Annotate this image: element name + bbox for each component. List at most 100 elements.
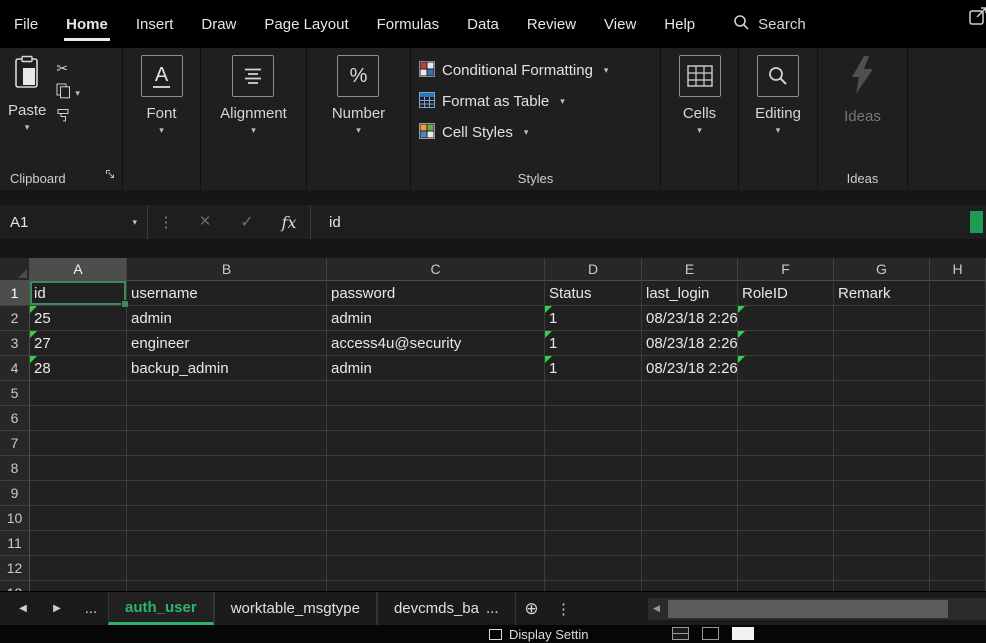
cell[interactable] xyxy=(30,431,127,456)
tab-page-layout[interactable]: Page Layout xyxy=(250,0,362,48)
cell[interactable] xyxy=(834,456,930,481)
row-header-5[interactable]: 5 xyxy=(0,381,30,406)
ideas-button[interactable]: Ideas xyxy=(844,55,881,124)
cell-styles-button[interactable]: Cell Styles ▾ xyxy=(419,117,660,148)
font-button[interactable]: A Font ▾ xyxy=(141,55,183,135)
cell-G2[interactable] xyxy=(834,306,930,331)
cell[interactable] xyxy=(834,581,930,591)
formula-bar-handle-icon[interactable]: ⋮ xyxy=(148,213,184,231)
cell[interactable] xyxy=(834,381,930,406)
row-header-12[interactable]: 12 xyxy=(0,556,30,581)
add-sheet-icon[interactable]: ⊕ xyxy=(516,592,548,625)
cell-G1[interactable]: Remark xyxy=(834,281,930,306)
cell[interactable] xyxy=(642,431,738,456)
tab-home[interactable]: Home xyxy=(52,0,122,48)
cell[interactable] xyxy=(127,456,327,481)
cell-D3[interactable]: 1 xyxy=(545,331,642,356)
cell-D2[interactable]: 1 xyxy=(545,306,642,331)
column-header-G[interactable]: G xyxy=(834,258,930,281)
cell[interactable] xyxy=(642,556,738,581)
cell[interactable] xyxy=(642,481,738,506)
cell[interactable] xyxy=(30,481,127,506)
alignment-button[interactable]: Alignment ▾ xyxy=(220,55,287,135)
cell-F2[interactable] xyxy=(738,306,834,331)
cell[interactable] xyxy=(30,406,127,431)
cell[interactable] xyxy=(545,481,642,506)
cell[interactable] xyxy=(30,456,127,481)
cell-A1[interactable]: id xyxy=(30,281,127,306)
sheet-nav-left-icon[interactable]: ◀ xyxy=(6,592,40,625)
cell[interactable] xyxy=(127,431,327,456)
format-painter-button[interactable] xyxy=(56,109,80,127)
sheet-tab-devcmds[interactable]: devcmds_ba ... xyxy=(377,592,516,625)
cell-C2[interactable]: admin xyxy=(327,306,545,331)
page-layout-view-icon[interactable] xyxy=(702,627,719,640)
cell[interactable] xyxy=(834,431,930,456)
cell[interactable] xyxy=(642,581,738,591)
row-header-10[interactable]: 10 xyxy=(0,506,30,531)
cell[interactable] xyxy=(834,506,930,531)
tab-insert[interactable]: Insert xyxy=(122,0,188,48)
cell[interactable] xyxy=(738,506,834,531)
tab-formulas[interactable]: Formulas xyxy=(363,0,454,48)
column-header-B[interactable]: B xyxy=(127,258,327,281)
cell-H2[interactable] xyxy=(930,306,986,331)
column-header-D[interactable]: D xyxy=(545,258,642,281)
accept-icon[interactable]: ✓ xyxy=(226,212,268,232)
cell-E1[interactable]: last_login xyxy=(642,281,738,306)
cell[interactable] xyxy=(930,531,986,556)
column-header-H[interactable]: H xyxy=(930,258,986,281)
paste-caret-icon[interactable]: ▾ xyxy=(25,123,30,132)
normal-view-icon[interactable] xyxy=(672,627,689,640)
clipboard-dialog-launcher-icon[interactable] xyxy=(105,167,116,185)
cell-D1[interactable]: Status xyxy=(545,281,642,306)
tab-file[interactable]: File xyxy=(0,0,52,48)
cell-G4[interactable] xyxy=(834,356,930,381)
cell-H4[interactable] xyxy=(930,356,986,381)
tab-review[interactable]: Review xyxy=(513,0,590,48)
cell[interactable] xyxy=(545,556,642,581)
cell[interactable] xyxy=(127,381,327,406)
cell[interactable] xyxy=(834,481,930,506)
cell[interactable] xyxy=(127,506,327,531)
cell[interactable] xyxy=(834,406,930,431)
cell[interactable] xyxy=(545,581,642,591)
insert-function-icon[interactable]: fx xyxy=(268,213,310,232)
search-button[interactable]: Search xyxy=(733,14,806,34)
cell[interactable] xyxy=(127,531,327,556)
scrollbar-left-arrow-icon[interactable]: ◀ xyxy=(653,603,660,614)
sheet-tab-auth_user[interactable]: auth_user xyxy=(108,592,214,625)
cell-A2[interactable]: 25 xyxy=(30,306,127,331)
cell[interactable] xyxy=(738,556,834,581)
name-box[interactable]: A1 ▾ xyxy=(0,205,148,239)
cell-A4[interactable]: 28 xyxy=(30,356,127,381)
name-box-caret-icon[interactable]: ▾ xyxy=(132,218,137,227)
row-header-4[interactable]: 4 xyxy=(0,356,30,381)
number-button[interactable]: % Number ▾ xyxy=(332,55,385,135)
cell[interactable] xyxy=(930,381,986,406)
cell[interactable] xyxy=(930,556,986,581)
copy-button[interactable]: ▾ xyxy=(56,84,80,102)
select-all-corner[interactable] xyxy=(0,258,30,281)
cell[interactable] xyxy=(545,531,642,556)
row-header-11[interactable]: 11 xyxy=(0,531,30,556)
cell[interactable] xyxy=(327,506,545,531)
scrollbar-thumb[interactable] xyxy=(668,600,948,618)
cell-D4[interactable]: 1 xyxy=(545,356,642,381)
format-as-table-button[interactable]: Format as Table ▾ xyxy=(419,86,660,117)
cell-H3[interactable] xyxy=(930,331,986,356)
cell-B3[interactable]: engineer xyxy=(127,331,327,356)
column-header-F[interactable]: F xyxy=(738,258,834,281)
cell[interactable] xyxy=(642,381,738,406)
cell[interactable] xyxy=(642,406,738,431)
sheet-tab-worktable_msgtype[interactable]: worktable_msgtype xyxy=(214,592,377,625)
cell[interactable] xyxy=(930,481,986,506)
page-break-view-icon[interactable] xyxy=(732,627,754,640)
cell-H1[interactable] xyxy=(930,281,986,306)
cell[interactable] xyxy=(738,581,834,591)
cell[interactable] xyxy=(327,531,545,556)
cell[interactable] xyxy=(545,381,642,406)
cell[interactable] xyxy=(738,406,834,431)
cell[interactable] xyxy=(545,506,642,531)
cell[interactable] xyxy=(834,556,930,581)
